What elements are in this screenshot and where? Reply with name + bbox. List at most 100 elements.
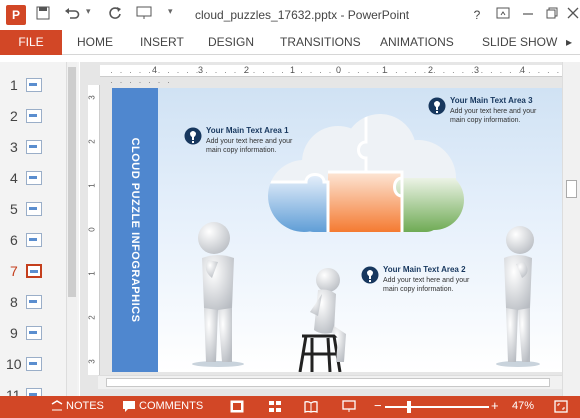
slide-thumbnail-icon bbox=[26, 140, 42, 154]
close-icon[interactable] bbox=[562, 5, 580, 25]
slide-number: 11 bbox=[6, 387, 21, 396]
slide-thumbnail-icon bbox=[26, 78, 42, 92]
thumbnail-scroll-thumb[interactable] bbox=[68, 67, 76, 297]
vertical-scrollbar[interactable] bbox=[562, 62, 580, 396]
lightbulb-icon bbox=[428, 97, 446, 115]
vertical-scroll-thumb[interactable] bbox=[566, 180, 577, 198]
minimize-icon[interactable] bbox=[517, 5, 539, 25]
thinking-figure-left[interactable] bbox=[188, 218, 248, 368]
thumbnail-slide-9[interactable]: 9 bbox=[0, 323, 66, 345]
undo-dropdown-icon[interactable]: ▾ bbox=[86, 6, 91, 17]
horizontal-scrollbar[interactable] bbox=[98, 375, 562, 389]
restore-icon[interactable] bbox=[541, 5, 563, 25]
thumbnail-slide-6[interactable]: 6 bbox=[0, 230, 66, 252]
thumbnail-slide-4[interactable]: 4 bbox=[0, 168, 66, 190]
text-area-body: Add your text here and your main copy in… bbox=[450, 108, 537, 124]
text-area-body: Add your text here and your main copy in… bbox=[206, 138, 293, 154]
slide-number: 8 bbox=[10, 294, 18, 310]
ruler-label: 1 bbox=[382, 65, 388, 75]
slide-number: 6 bbox=[10, 232, 18, 248]
tab-design[interactable]: DESIGN bbox=[208, 30, 254, 55]
tab-insert[interactable]: INSERT bbox=[140, 30, 184, 55]
powerpoint-logo-icon: P bbox=[6, 5, 26, 25]
ruler-label: 3 bbox=[198, 65, 204, 75]
status-bar: NOTES COMMENTS − + 47% bbox=[0, 396, 580, 418]
slide-thumbnail-icon bbox=[26, 264, 42, 278]
thumbnail-slide-10[interactable]: 10 bbox=[0, 354, 66, 376]
lightbulb-icon bbox=[184, 127, 202, 145]
ruler-label: 3 bbox=[87, 359, 97, 364]
cloud-puzzle-graphic[interactable] bbox=[262, 112, 468, 234]
horizontal-scroll-thumb[interactable] bbox=[106, 378, 550, 387]
thinking-figure-right[interactable] bbox=[492, 222, 544, 368]
text-area-body: Add your text here and your main copy in… bbox=[383, 277, 470, 293]
slide-canvas[interactable]: CLOUD PUZZLE INFOGRAPHICS Your Main Text… bbox=[112, 88, 562, 372]
thumbnail-slide-3[interactable]: 3 bbox=[0, 137, 66, 159]
ruler-label: 2 bbox=[428, 65, 434, 75]
tab-slide-show[interactable]: SLIDE SHOW bbox=[482, 30, 557, 55]
ribbon-overflow-icon[interactable]: ▸ bbox=[566, 30, 580, 55]
document-title: cloud_puzzles_17632.pptx - PowerPoint bbox=[195, 8, 410, 22]
customize-qat-icon[interactable]: ▾ bbox=[168, 6, 173, 17]
ruler-label: 2 bbox=[244, 65, 250, 75]
notes-button[interactable]: NOTES bbox=[66, 400, 104, 412]
sitting-figure-on-stool[interactable] bbox=[292, 266, 358, 372]
title-bar: P ▾ ▾ cloud_puzzles_17632.pptx - PowerPo… bbox=[0, 0, 580, 30]
zoom-out-button[interactable]: − bbox=[374, 398, 382, 413]
thumbnail-slide-1[interactable]: 1 bbox=[0, 75, 66, 97]
zoom-in-button[interactable]: + bbox=[491, 398, 499, 413]
fit-slide-to-window-icon[interactable] bbox=[554, 400, 568, 413]
comments-icon bbox=[123, 401, 135, 412]
ruler-label: 4 bbox=[520, 65, 526, 75]
thumbnail-slide-8[interactable]: 8 bbox=[0, 292, 66, 314]
tab-transitions[interactable]: TRANSITIONS bbox=[280, 30, 361, 55]
start-from-beginning-icon[interactable] bbox=[136, 6, 152, 23]
slide-number: 10 bbox=[6, 356, 22, 372]
ruler-label: 1 bbox=[290, 65, 296, 75]
ruler-label: 4 bbox=[152, 65, 158, 75]
slide-thumbnail-icon bbox=[26, 357, 42, 371]
slide-side-title[interactable]: CLOUD PUZZLE INFOGRAPHICS bbox=[129, 138, 141, 323]
ruler-label: 1 bbox=[87, 271, 97, 276]
ribbon-display-options-icon[interactable] bbox=[492, 5, 514, 25]
text-area-title: Your Main Text Area 1 bbox=[206, 126, 289, 135]
slide-thumbnail-icon bbox=[26, 326, 42, 340]
normal-view-icon[interactable] bbox=[230, 400, 244, 413]
tab-file[interactable]: FILE bbox=[0, 30, 62, 55]
slide-thumbnail-pane: 1 2 3 4 5 6 7 8 9 10 11 bbox=[0, 62, 79, 396]
thumbnail-slide-2[interactable]: 2 bbox=[0, 106, 66, 128]
reading-view-icon[interactable] bbox=[304, 400, 318, 413]
slide-show-icon[interactable] bbox=[342, 400, 356, 413]
zoom-level[interactable]: 47% bbox=[512, 400, 534, 412]
slide-number: 4 bbox=[10, 170, 18, 186]
tab-animations[interactable]: ANIMATIONS bbox=[380, 30, 454, 55]
thumbnail-slide-7-selected[interactable]: 7 bbox=[0, 261, 66, 283]
save-icon[interactable] bbox=[36, 6, 50, 23]
ruler-label: 0 bbox=[87, 227, 97, 232]
ruler-label: 2 bbox=[87, 139, 97, 144]
notes-icon bbox=[51, 400, 63, 411]
ruler-label: 1 bbox=[87, 183, 97, 188]
thumbnail-scrollbar[interactable] bbox=[66, 62, 77, 396]
thumbnail-slide-5[interactable]: 5 bbox=[0, 199, 66, 221]
slide-sorter-icon[interactable] bbox=[268, 400, 282, 413]
slide-thumbnail-icon bbox=[26, 295, 42, 309]
help-button[interactable]: ? bbox=[466, 5, 488, 25]
tab-home[interactable]: HOME bbox=[77, 30, 113, 55]
ruler-label: 2 bbox=[87, 315, 97, 320]
slide-number: 3 bbox=[10, 139, 18, 155]
undo-icon[interactable] bbox=[64, 6, 80, 23]
thumbnail-slide-11[interactable]: 11 bbox=[0, 385, 66, 396]
ruler-label: 3 bbox=[474, 65, 480, 75]
repeat-icon[interactable] bbox=[108, 6, 122, 23]
slide-number: 1 bbox=[10, 77, 18, 93]
slide-thumbnail-icon bbox=[26, 171, 42, 185]
comments-button[interactable]: COMMENTS bbox=[139, 400, 203, 412]
text-area-title: Your Main Text Area 3 bbox=[450, 96, 533, 105]
zoom-slider[interactable] bbox=[385, 401, 489, 413]
zoom-slider-thumb[interactable] bbox=[407, 401, 412, 413]
slide-thumbnail-icon bbox=[26, 109, 42, 123]
horizontal-ruler: · · · · · · · · · · · · · · · · · · · · … bbox=[100, 65, 562, 87]
slide-number: 7 bbox=[10, 263, 18, 279]
vertical-ruler: 3 2 1 0 1 2 3 bbox=[88, 85, 100, 375]
